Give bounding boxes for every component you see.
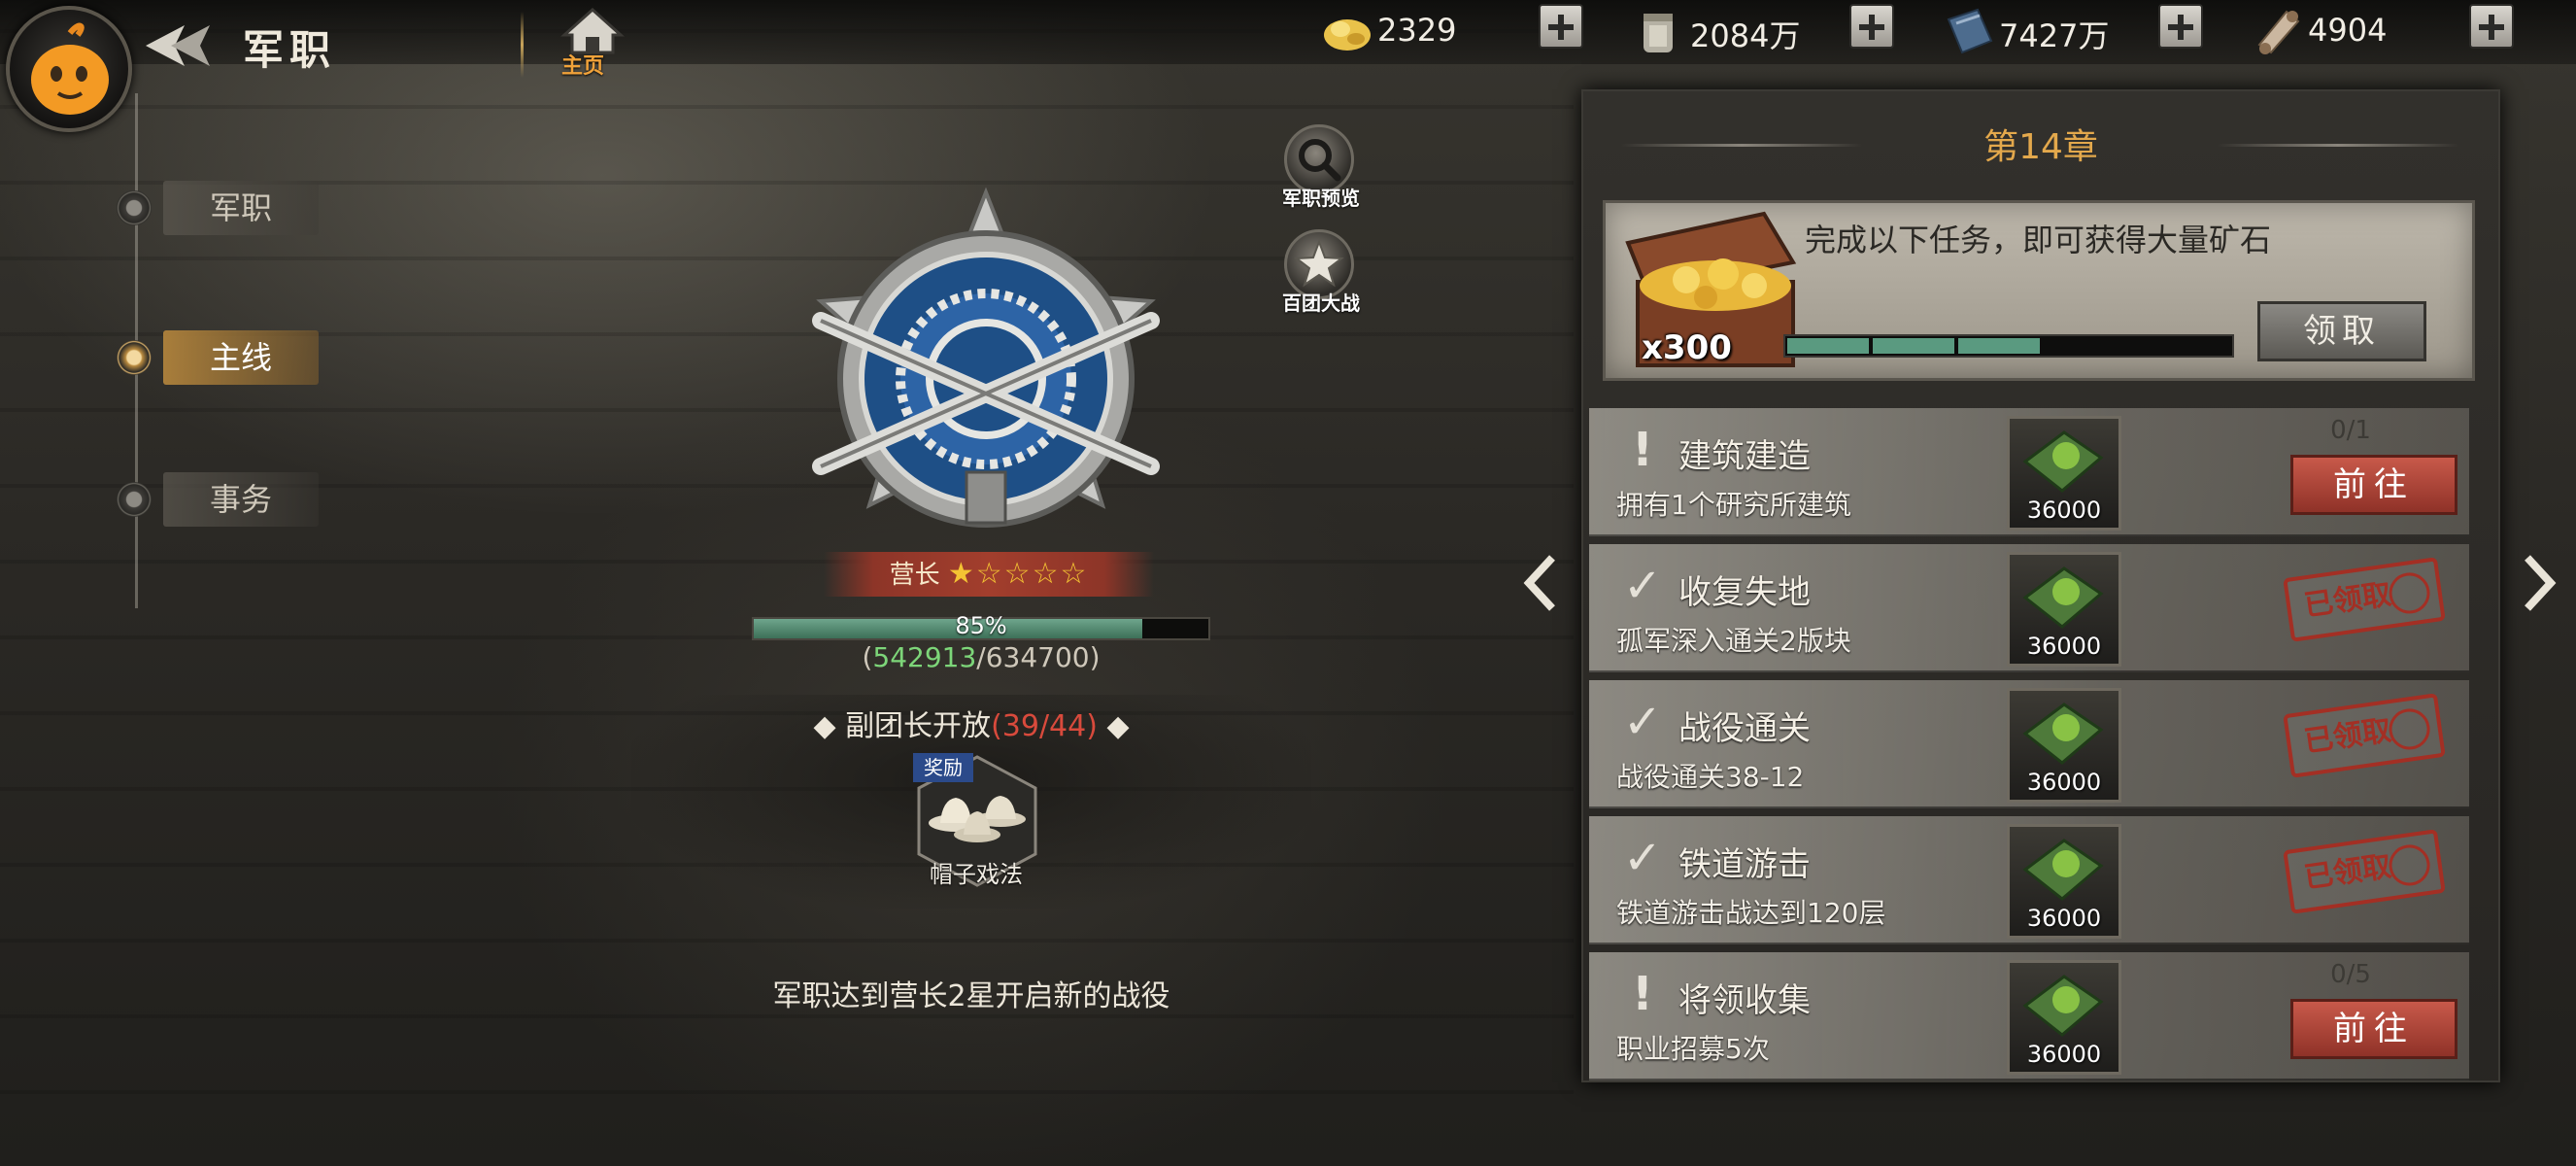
resource-scroll-value: 4904: [2308, 12, 2388, 49]
home-label: 主页: [561, 54, 605, 79]
reward-qty: 36000: [2026, 633, 2102, 660]
back-arrow-icon: [146, 25, 210, 66]
go-button[interactable]: 前往: [2290, 999, 2457, 1059]
task-desc: 孤军深入通关2版块: [1616, 625, 1851, 657]
exp-reward-item[interactable]: 36000: [2007, 416, 2121, 531]
claimed-stamp: 已领取: [2283, 693, 2446, 778]
xp-percent: 85%: [955, 612, 1007, 639]
title-divider: [521, 12, 524, 78]
task-row: ! 将领收集 职业招募5次 36000 0/5 前往: [1589, 952, 2469, 1080]
task-title: 将领收集: [1678, 981, 1811, 1020]
chapter-progress-bar: [1783, 334, 2234, 358]
sidebar-item-label: 主线: [163, 330, 319, 385]
task-progress: 0/1: [2330, 416, 2371, 445]
task-row: ✓ 战役通关 战役通关38-12 36000 已领取: [1589, 680, 2469, 808]
reward-name: 帽子戏法: [930, 861, 1023, 888]
scroll-icon: [2257, 10, 2300, 54]
player-avatar[interactable]: [6, 6, 132, 132]
reward-qty: 36000: [2026, 497, 2102, 524]
resource-gold-value: 2329: [1377, 12, 1457, 49]
task-desc: 拥有1个研究所建筑: [1616, 489, 1851, 521]
nav-dot: [117, 482, 152, 517]
pumpkin-mascot-icon: [31, 22, 109, 115]
chapter-progress-seg-1: [1787, 338, 1869, 354]
task-title: 战役通关: [1678, 709, 1811, 748]
unlock-label: ◆ 副团长开放(39/44) ◆: [813, 709, 1130, 743]
unlock-text: 副团长开放: [845, 709, 992, 743]
checkmark-icon: ✓: [1622, 831, 1663, 885]
nav-dot: [117, 190, 152, 225]
task-row: ✓ 收复失地 孤军深入通关2版块 36000 已领取: [1589, 544, 2469, 672]
task-title: 收复失地: [1678, 573, 1811, 612]
cash-stack-icon: [1644, 14, 1673, 52]
reward-qty: 36000: [2026, 905, 2102, 932]
exp-book-icon: [2022, 703, 2104, 765]
task-title: 铁道游击: [1678, 845, 1811, 884]
reward-qty: 36000: [2026, 1041, 2102, 1068]
reward-qty: 36000: [2026, 769, 2102, 796]
add-cash-button[interactable]: [1849, 4, 1894, 49]
add-gold-button[interactable]: [1539, 4, 1583, 49]
rank-medal-icon: [812, 187, 1160, 528]
rank-hint-text: 军职达到营长2星开启新的战役: [772, 979, 1170, 1013]
task-row: ✓ 铁道游击 铁道游击战达到120层 36000 已领取: [1589, 816, 2469, 944]
hundred-regiments-label: 百团大战: [1282, 292, 1360, 315]
add-book-button[interactable]: [2158, 4, 2203, 49]
go-button[interactable]: 前往: [2290, 455, 2457, 515]
claimed-stamp: 已领取: [2283, 557, 2446, 642]
xp-current: 542913: [872, 641, 977, 673]
sidebar-item-mainline[interactable]: 主线: [117, 330, 321, 385]
exp-book-icon: [2022, 975, 2104, 1037]
exp-book-icon: [2022, 430, 2104, 493]
prev-chapter-arrow-icon[interactable]: [1511, 544, 1570, 622]
chapter-progress-seg-2: [1873, 338, 1954, 354]
exp-book-icon: [2022, 566, 2104, 629]
sidebar-item-label: 军职: [163, 181, 319, 235]
task-desc: 铁道游击战达到120层: [1616, 897, 1886, 929]
unlock-progress: (39/44): [991, 709, 1098, 743]
chest-reward-count: x300: [1642, 328, 1732, 367]
exp-reward-item[interactable]: 36000: [2007, 824, 2121, 939]
checkmark-icon: ✓: [1622, 559, 1663, 613]
exp-reward-item[interactable]: 36000: [2007, 960, 2121, 1075]
reward-tag: 奖励: [913, 753, 973, 782]
chapter-progress-seg-3: [1958, 338, 2040, 354]
chest-reward-desc: 完成以下任务，即可获得大量矿石: [1805, 222, 2272, 258]
task-title: 建筑建造: [1678, 437, 1811, 476]
resource-cash-value: 2084万: [1690, 17, 1801, 54]
task-desc: 职业招募5次: [1616, 1033, 1770, 1065]
claimed-stamp: 已领取: [2283, 829, 2446, 914]
task-progress: 0/5: [2330, 960, 2371, 989]
exclamation-icon: !: [1632, 967, 1653, 1021]
checkmark-icon: ✓: [1622, 695, 1663, 749]
sidebar-item-rank[interactable]: 军职: [117, 181, 321, 235]
exp-reward-item[interactable]: 36000: [2007, 552, 2121, 667]
task-row: ! 建筑建造 拥有1个研究所建筑 36000 0/1 前往: [1589, 408, 2469, 536]
add-scroll-button[interactable]: [2469, 4, 2514, 49]
next-chapter-arrow-icon[interactable]: [2510, 544, 2568, 622]
exp-book-icon: [2022, 839, 2104, 901]
xp-total: 634700: [985, 641, 1090, 673]
rank-name: 营长: [889, 561, 940, 590]
resource-book-value: 7427万: [1999, 17, 2110, 54]
sidebar-item-label: 事务: [163, 472, 319, 527]
claim-button[interactable]: 领取: [2257, 301, 2426, 361]
sidebar-item-affairs[interactable]: 事务: [117, 472, 321, 527]
rank-stars: ★☆☆☆☆: [947, 557, 1089, 591]
page-title: 军职: [243, 26, 337, 74]
gold-nugget-icon: [1324, 19, 1371, 51]
back-button[interactable]: [146, 21, 214, 70]
rank-preview-label: 军职预览: [1282, 187, 1360, 210]
task-desc: 战役通关38-12: [1616, 761, 1805, 793]
book-icon: [1947, 8, 1993, 54]
nav-dot-active: [117, 340, 152, 375]
rank-ribbon: 营长 ★☆☆☆☆: [824, 552, 1154, 597]
chapter-title: 第14章: [1983, 127, 2098, 167]
xp-count: (542913/634700): [862, 641, 1101, 673]
exclamation-icon: !: [1632, 423, 1653, 477]
exp-reward-item[interactable]: 36000: [2007, 688, 2121, 803]
